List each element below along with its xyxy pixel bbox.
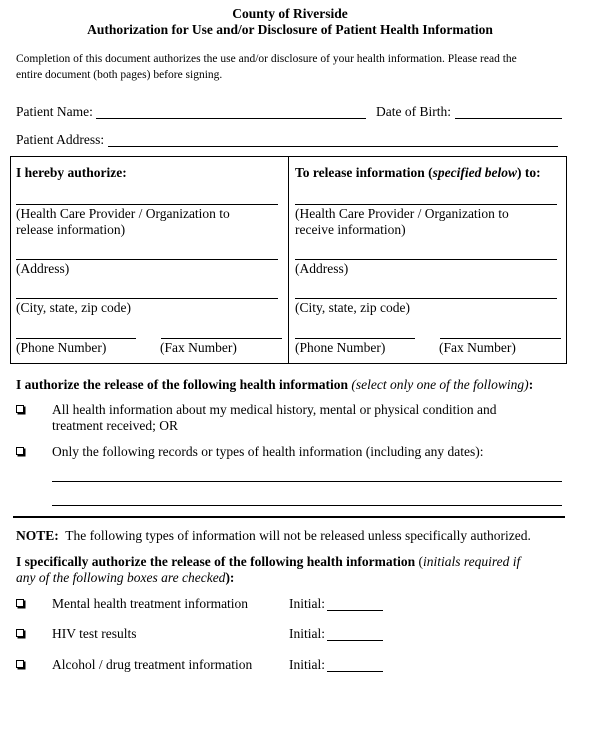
dob-label: Date of Birth: (376, 104, 451, 119)
releasing-provider-field[interactable] (16, 204, 278, 205)
section-divider (13, 516, 565, 518)
releasing-fax-field[interactable] (161, 338, 282, 339)
receiving-address-field[interactable] (295, 259, 557, 260)
note: NOTE: The following types of information… (16, 528, 531, 544)
receiving-address-label: (Address) (295, 261, 349, 276)
note-text: The following types of information will … (58, 528, 531, 543)
option-specific-line-1: Only the following records or types of h… (52, 444, 484, 459)
mental-health-initial-field[interactable] (327, 610, 383, 611)
dob-field[interactable] (455, 118, 562, 119)
mental-health-label: Mental health treatment information (52, 596, 249, 611)
releasing-provider-label-2: release information) (16, 222, 126, 237)
receiving-fax-label: (Fax Number) (439, 340, 516, 355)
alcohol-drug-label: Alcohol / drug treatment information (52, 657, 253, 672)
releasing-address-label: (Address) (16, 261, 70, 276)
authorize-heading: I hereby authorize: (16, 165, 127, 180)
patient-address-label: Patient Address: (16, 132, 105, 147)
releasing-city-label: (City, state, zip code) (16, 300, 131, 315)
patient-address-field[interactable] (108, 146, 558, 147)
option-all-line-1: All health information about my medical … (52, 402, 497, 417)
receiving-city-field[interactable] (295, 298, 557, 299)
hiv-initial-label: Initial: (289, 626, 325, 641)
releasing-city-field[interactable] (16, 298, 278, 299)
release-to-heading-italic: specified below (432, 165, 517, 180)
patient-name-field[interactable] (96, 118, 366, 119)
receiving-phone-field[interactable] (295, 338, 415, 339)
receiving-city-label: (City, state, zip code) (295, 300, 410, 315)
specific-heading-close: ): (225, 570, 235, 585)
release-heading-colon: : (528, 377, 534, 392)
alcohol-drug-initial-field[interactable] (327, 671, 383, 672)
checkbox-specific-records[interactable] (16, 447, 24, 455)
checkbox-mental-health[interactable] (16, 599, 24, 607)
checkbox-all-health-info[interactable] (16, 405, 24, 413)
specific-heading-line-1: I specifically authorize the release of … (16, 554, 520, 570)
releasing-provider-label-1: (Health Care Provider / Organization to (16, 206, 230, 221)
intro-line-1: Completion of this document authorizes t… (16, 53, 517, 65)
specific-records-line-1[interactable] (52, 481, 562, 482)
receiving-provider-field[interactable] (295, 204, 557, 205)
patient-name-label: Patient Name: (16, 104, 93, 119)
receiving-phone-label: (Phone Number) (295, 340, 386, 355)
specific-heading-line-2: any of the following boxes are checked): (16, 570, 234, 586)
specific-records-line-2[interactable] (52, 505, 562, 506)
note-label: NOTE: (16, 528, 59, 543)
intro-line-2: entire document (both pages) before sign… (16, 69, 223, 81)
hiv-initial-field[interactable] (327, 640, 383, 641)
form-title: Authorization for Use and/or Disclosure … (87, 22, 493, 37)
receiving-provider-label-2: receive information) (295, 222, 406, 237)
release-heading: I authorize the release of the following… (16, 377, 533, 393)
specific-heading-text: I specifically authorize the release of … (16, 554, 416, 569)
organization-title: County of Riverside (232, 6, 348, 21)
receiving-provider-label-1: (Health Care Provider / Organization to (295, 206, 509, 221)
release-to-heading-pre: To release information ( (295, 165, 433, 180)
releasing-fax-label: (Fax Number) (160, 340, 237, 355)
releasing-address-field[interactable] (16, 259, 278, 260)
hiv-label: HIV test results (52, 626, 137, 641)
releasing-phone-field[interactable] (16, 338, 136, 339)
release-heading-italic: (select only one of the following) (351, 377, 529, 392)
specific-heading-italic-1: initials required if (422, 554, 521, 569)
checkbox-alcohol-drug[interactable] (16, 660, 24, 668)
alcohol-drug-initial-label: Initial: (289, 657, 325, 672)
option-all-line-2: treatment received; OR (52, 418, 178, 433)
releasing-phone-label: (Phone Number) (16, 340, 107, 355)
release-to-heading: To release information (specified below)… (295, 165, 541, 181)
receiving-fax-field[interactable] (440, 338, 561, 339)
mental-health-initial-label: Initial: (289, 596, 325, 611)
box-divider (288, 156, 289, 364)
specific-heading-italic-2: any of the following boxes are checked (16, 570, 226, 585)
checkbox-hiv[interactable] (16, 629, 24, 637)
release-to-heading-post: ) to: (516, 165, 541, 180)
release-heading-text: I authorize the release of the following… (16, 377, 348, 392)
